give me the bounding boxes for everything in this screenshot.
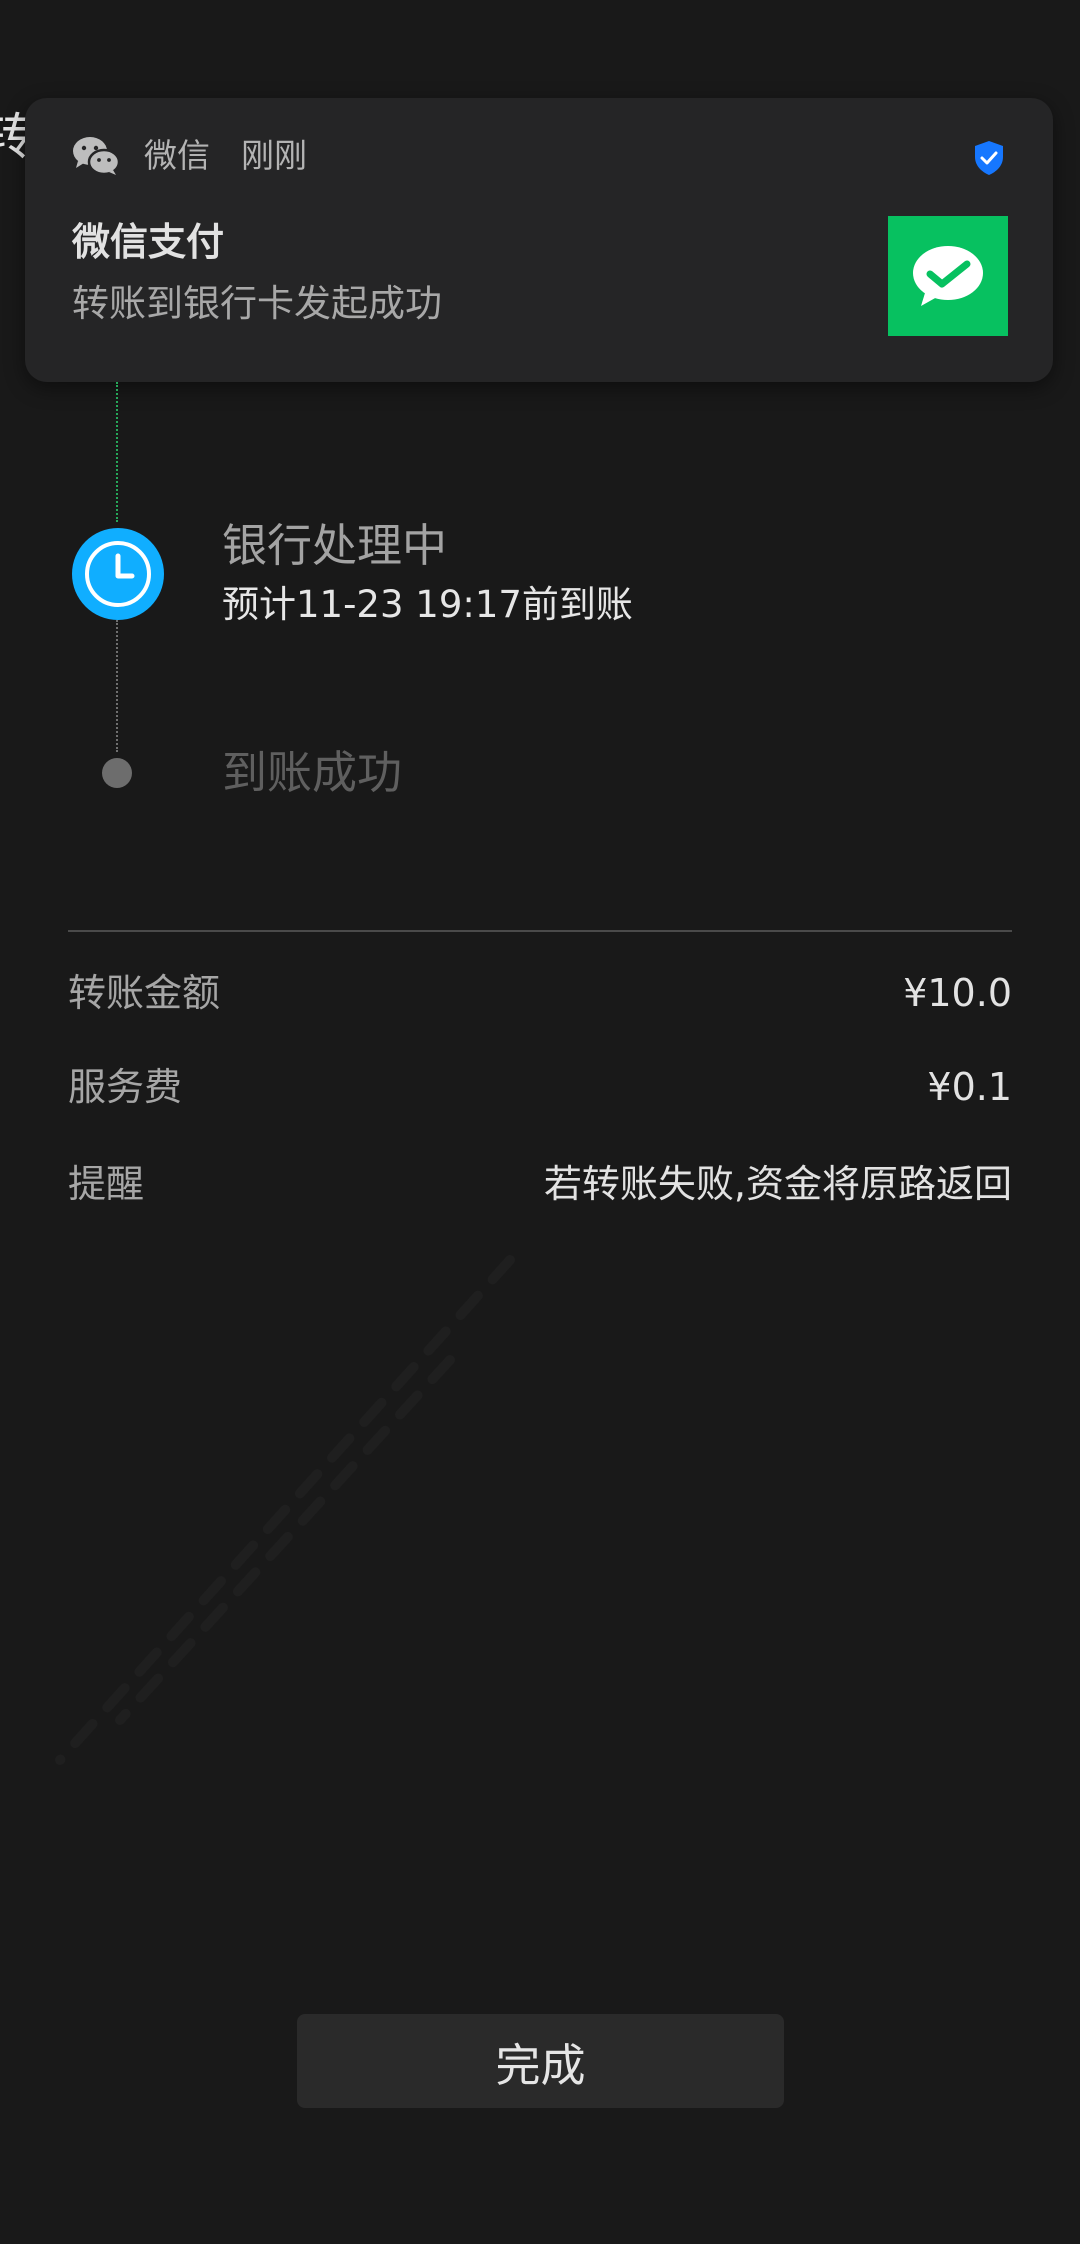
wechat-pay-icon xyxy=(888,216,1008,336)
done-button[interactable]: 完成 xyxy=(297,2014,784,2108)
amount-value: ¥10.0 xyxy=(903,971,1012,1015)
notification-time: 刚刚 xyxy=(241,136,307,175)
amount-label: 转账金额 xyxy=(68,971,221,1015)
shield-check-icon xyxy=(975,141,1003,175)
transfer-result-screen: 转 微信 刚刚 微信支付 转账到银行卡发起成功 银行处理中 预计11-23 19… xyxy=(0,0,1080,2244)
divider xyxy=(68,930,1012,932)
step-bank-processing-title: 银行处理中 xyxy=(222,519,448,572)
detail-row-reminder: 提醒 若转账失败,资金将原路返回 xyxy=(68,1162,1012,1212)
detail-row-amount: 转账金额 ¥10.0 xyxy=(68,971,1012,1021)
notification-app-name: 微信 xyxy=(144,136,210,175)
detail-row-fee: 服务费 ¥0.1 xyxy=(68,1065,1012,1115)
notification-body: 转账到银行卡发起成功 xyxy=(72,282,442,325)
wechat-notification[interactable]: 微信 刚刚 微信支付 转账到银行卡发起成功 xyxy=(25,98,1053,382)
fee-value: ¥0.1 xyxy=(927,1065,1012,1109)
step-arrival-success-title: 到账成功 xyxy=(222,746,403,799)
pending-step-dot xyxy=(102,758,132,788)
notification-title: 微信支付 xyxy=(72,220,225,264)
step-bank-processing-eta: 预计11-23 19:17前到账 xyxy=(222,583,633,626)
background-watermark xyxy=(55,1255,515,1765)
wechat-icon xyxy=(73,137,120,176)
timeline-connector-pending xyxy=(116,620,118,752)
fee-label: 服务费 xyxy=(68,1065,183,1109)
clock-icon xyxy=(72,528,164,620)
reminder-value: 若转账失败,资金将原路返回 xyxy=(543,1162,1012,1206)
timeline-connector-done xyxy=(116,382,118,522)
reminder-label: 提醒 xyxy=(68,1162,145,1206)
wechat-pay-bubble-icon xyxy=(913,246,983,306)
